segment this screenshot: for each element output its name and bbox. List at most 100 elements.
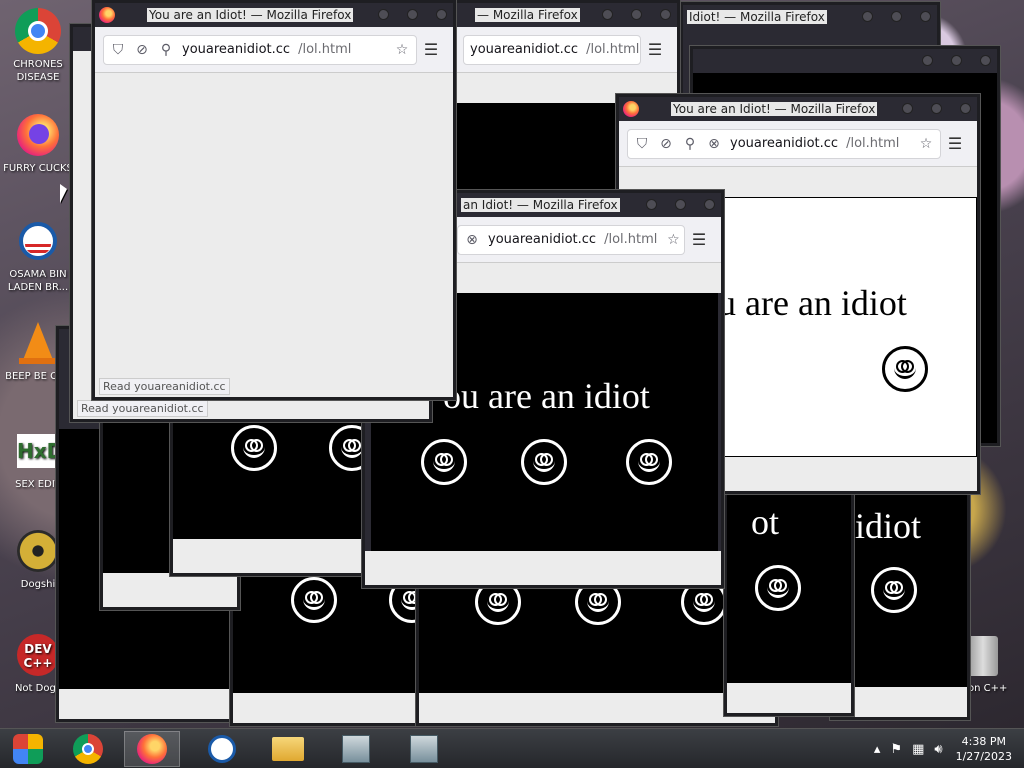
menu-icon[interactable]: ☰: [685, 230, 713, 249]
shield-icon[interactable]: ⛉: [634, 136, 650, 152]
url-bar[interactable]: youareanidiot.cc/lol.html ☆: [463, 34, 641, 65]
bookmark-star-icon[interactable]: ☆: [665, 232, 681, 248]
installer-icon-2[interactable]: [396, 731, 452, 767]
network-icon[interactable]: ▦: [912, 742, 924, 757]
permissions-icon[interactable]: ⚲: [158, 42, 174, 58]
desktop-icon-label: on C++: [968, 683, 1008, 694]
firefox-logo-icon: [99, 7, 115, 23]
flag-icon[interactable]: ⚑: [890, 742, 902, 757]
page-heading: u are an idiot: [718, 283, 907, 323]
tracking-lock-icon[interactable]: ⊘: [658, 136, 674, 152]
desktop-icon-osama[interactable]: OSAMA BIN LADEN BR...: [2, 218, 74, 294]
smiley-icon: [521, 439, 567, 485]
url-path: /lol.html: [846, 136, 900, 151]
close-button[interactable]: [436, 9, 447, 20]
url-bar[interactable]: ⛉ ⊘ ⚲ youareanidiot.cc/lol.html ☆: [103, 34, 417, 65]
navigation-toolbar: youareanidiot.cc/lol.html ☆ ☰: [455, 27, 677, 73]
window-titlebar[interactable]: [693, 49, 997, 73]
smiley-icon: [421, 439, 467, 485]
system-tray: ▴ ⚑ ▦ 🔊︎ 4:38 PM 1/27/2023: [869, 729, 1024, 768]
page-footer: [59, 689, 253, 719]
url-path: /lol.html: [586, 42, 640, 57]
maximize-button[interactable]: [891, 11, 902, 22]
page-footer: [419, 693, 775, 723]
chrome-icon[interactable]: [60, 731, 116, 767]
maximize-button[interactable]: [931, 103, 942, 114]
status-bar: Read youareanidiot.cc: [77, 400, 208, 417]
minimize-button[interactable]: [902, 103, 913, 114]
clock[interactable]: 4:38 PM 1/27/2023: [956, 734, 1012, 764]
page-heading: ou are an idiot: [443, 376, 650, 416]
bookmark-star-icon[interactable]: ☆: [394, 42, 410, 58]
smiley-icon: [755, 565, 801, 611]
clock-time: 4:38 PM: [961, 735, 1006, 748]
desktop-icon-furry-cucks[interactable]: FURRY CUCKS: [2, 112, 74, 175]
vlc-cone-icon: [15, 320, 61, 366]
close-button[interactable]: [960, 103, 971, 114]
smiley-icon: [231, 425, 277, 471]
page-footer: [365, 551, 721, 585]
window-controls: [378, 9, 447, 20]
window-controls: [602, 9, 671, 20]
menu-icon[interactable]: ☰: [941, 134, 969, 153]
shield-icon[interactable]: ⛉: [110, 42, 126, 58]
permissions-icon[interactable]: ⚲: [682, 136, 698, 152]
obama-logo-icon[interactable]: [194, 731, 250, 767]
smiley-icon: [291, 577, 337, 623]
minimize-button[interactable]: [378, 9, 389, 20]
minimize-button[interactable]: [862, 11, 873, 22]
recycle-bin-icon[interactable]: [968, 636, 998, 676]
firefox-icon: [15, 112, 61, 158]
minimize-button[interactable]: [646, 199, 657, 210]
maximize-button[interactable]: [951, 55, 962, 66]
window-titlebar[interactable]: You are an Idiot! — Mozilla Firefox: [95, 3, 453, 27]
url-bar[interactable]: ⛉ ⊘ ⚲ ⊗ youareanidiot.cc/lol.html ☆: [627, 128, 941, 159]
firefox-window[interactable]: You are an Idiot! — Mozilla Firefox ⛉ ⊘ …: [92, 0, 456, 400]
minimize-button[interactable]: [922, 55, 933, 66]
window-titlebar[interactable]: — Mozilla Firefox: [455, 3, 677, 27]
volume-icon[interactable]: 🔊︎: [934, 742, 942, 757]
window-controls: [902, 103, 971, 114]
window-controls: [862, 11, 931, 22]
file-explorer-icon[interactable]: [260, 731, 316, 767]
bookmark-star-icon[interactable]: ☆: [918, 136, 934, 152]
smiley-icon: [871, 567, 917, 613]
desktop-icon-chrones-disease[interactable]: CHRONES DISEASE: [2, 8, 74, 84]
firefox-icon[interactable]: [124, 731, 180, 767]
window-title: You are an Idiot! — Mozilla Firefox: [671, 102, 878, 116]
page-footer: [727, 683, 851, 713]
url-path: /lol.html: [604, 232, 658, 247]
media-center-icon[interactable]: [0, 731, 56, 767]
close-button[interactable]: [980, 55, 991, 66]
url-bar[interactable]: ⊗ youareanidiot.cc/lol.html ☆: [457, 224, 685, 255]
minimize-button[interactable]: [602, 9, 613, 20]
menu-icon[interactable]: ☰: [417, 40, 445, 59]
maximize-button[interactable]: [675, 199, 686, 210]
menu-icon[interactable]: ☰: [641, 40, 669, 59]
chevron-up-icon[interactable]: ▴: [874, 742, 881, 757]
page-content: [95, 73, 453, 397]
desktop-icon-label: OSAMA BIN LADEN BR...: [7, 269, 69, 293]
smiley-icon: [626, 439, 672, 485]
url-host: youareanidiot.cc: [470, 42, 579, 57]
close-button[interactable]: [920, 11, 931, 22]
maximize-button[interactable]: [631, 9, 642, 20]
no-tracking-icon[interactable]: ⊗: [464, 232, 480, 248]
window-title: — Mozilla Firefox: [475, 8, 580, 22]
desktop-icon-label: CHRONES DISEASE: [13, 59, 63, 83]
installer-icon[interactable]: [328, 731, 384, 767]
close-button[interactable]: [704, 199, 715, 210]
firefox-window[interactable]: [170, 396, 370, 576]
url-host: youareanidiot.cc: [730, 136, 839, 151]
window-titlebar[interactable]: You are an Idiot! — Mozilla Firefox: [619, 97, 977, 121]
maximize-button[interactable]: [407, 9, 418, 20]
close-button[interactable]: [660, 9, 671, 20]
window-titlebar[interactable]: Idiot! — Mozilla Firefox: [683, 5, 937, 29]
window-controls: [922, 55, 991, 66]
chrome-icon: [15, 8, 61, 54]
tracking-lock-icon[interactable]: ⊘: [134, 42, 150, 58]
no-tracking-icon[interactable]: ⊗: [706, 136, 722, 152]
disc-icon: [15, 528, 61, 574]
navigation-toolbar: ⛉ ⊘ ⚲ ⊗ youareanidiot.cc/lol.html ☆ ☰: [619, 121, 977, 167]
taskbar: ▴ ⚑ ▦ 🔊︎ 4:38 PM 1/27/2023: [0, 728, 1024, 768]
